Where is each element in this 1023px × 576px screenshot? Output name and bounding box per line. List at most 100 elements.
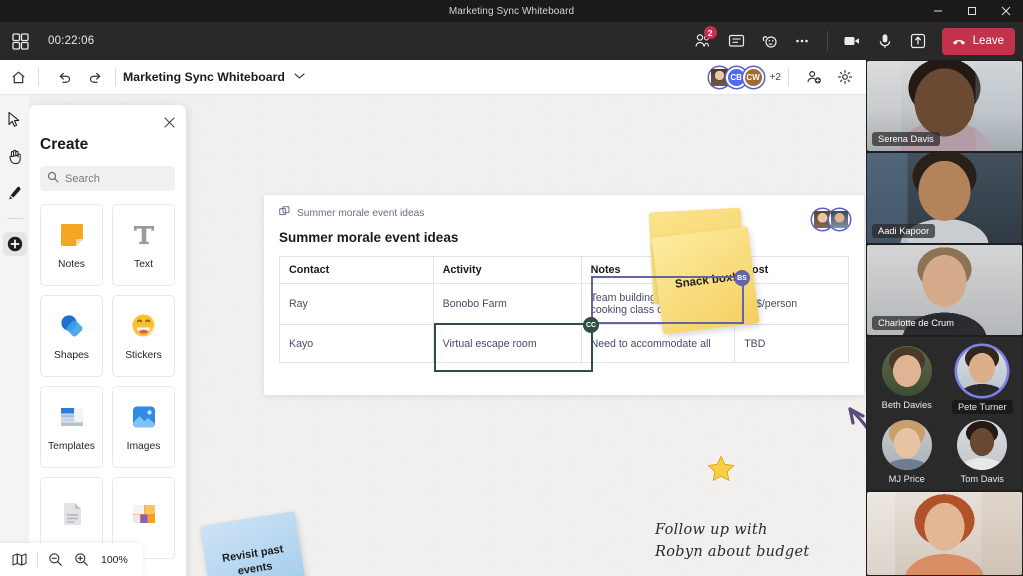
create-card-text[interactable]: Text: [112, 204, 175, 286]
avatar-photo-2[interactable]: [829, 209, 850, 230]
annotation-arrow: [848, 407, 866, 430]
participant-tom-davis[interactable]: Tom Davis: [947, 420, 1019, 484]
divider: [38, 68, 39, 86]
annotation-line-2: Robyn about budget: [655, 543, 810, 560]
create-card-label: Text: [134, 259, 153, 270]
avatar-cw[interactable]: CW: [742, 66, 764, 88]
search-input[interactable]: [65, 172, 168, 185]
minimap-icon[interactable]: [7, 547, 32, 572]
create-card-notes[interactable]: Notes: [40, 204, 103, 286]
camera-button[interactable]: [837, 27, 868, 55]
cell-notes[interactable]: Need to accommodate all: [580, 324, 736, 363]
breadcrumb[interactable]: Summer morale event ideas: [279, 206, 849, 221]
bottom-video-tile[interactable]: [867, 492, 1022, 575]
close-button[interactable]: [989, 0, 1023, 22]
divider: [788, 68, 789, 86]
window-title: Marketing Sync Whiteboard: [448, 5, 575, 17]
templates-icon: [57, 402, 87, 432]
sticky-note-revisit-events[interactable]: Revisit past events: [199, 511, 309, 576]
create-card-shapes[interactable]: Shapes: [40, 295, 103, 377]
divider: [115, 68, 116, 86]
whiteboard-title: Marketing Sync Whiteboard: [123, 70, 285, 84]
sticky-note-snack-box[interactable]: Snack box!: [651, 226, 760, 335]
cell-contact[interactable]: Kayo: [279, 324, 434, 363]
microphone-button[interactable]: [870, 27, 901, 55]
select-tool[interactable]: [3, 107, 27, 131]
chevron-down-icon[interactable]: [294, 72, 305, 82]
whiteboard-canvas[interactable]: Summer morale event ideas Summer morale …: [0, 95, 866, 576]
hand-icon: [8, 149, 21, 164]
avatar-initials: CB: [730, 72, 742, 82]
video-tile-charlotte-de-crum[interactable]: Charlotte de Crum: [867, 245, 1022, 335]
zoom-percent[interactable]: 100%: [101, 554, 128, 566]
create-card-label: Images: [126, 441, 161, 452]
table-header-row: Contact Activity Notes Cost: [279, 256, 849, 284]
annotation-line-1: Follow up with: [655, 522, 768, 538]
cell-contact[interactable]: Ray: [279, 283, 434, 325]
create-card-images[interactable]: Images: [112, 386, 175, 468]
create-card-label: Templates: [48, 441, 95, 452]
create-tool[interactable]: [2, 232, 27, 256]
avatar-initials: CW: [746, 72, 760, 82]
zoom-out-icon[interactable]: [43, 547, 68, 572]
minimize-button[interactable]: [921, 0, 955, 22]
participant-beth-davies[interactable]: Beth Davies: [871, 346, 943, 414]
create-card-label: Notes: [58, 259, 85, 270]
pan-tool[interactable]: [3, 144, 27, 168]
people-badge: 2: [703, 26, 717, 39]
cell-activity[interactable]: Bonobo Farm: [432, 283, 582, 325]
handwritten-annotation: Follow up with Robyn about budget: [655, 520, 855, 564]
redo-icon[interactable]: [82, 64, 108, 90]
cell-activity[interactable]: Virtual escape room: [432, 324, 582, 363]
star-sticker[interactable]: [705, 453, 737, 490]
whiteboard-app-bar: Marketing Sync Whiteboard CB CW +2: [0, 60, 866, 95]
divider: [826, 31, 828, 51]
participant-mj-price[interactable]: MJ Price: [871, 420, 943, 484]
share-screen-button[interactable]: [903, 27, 934, 55]
meeting-control-bar: 00:22:06 2 Leave: [0, 22, 1023, 60]
shapes-icon: [57, 311, 87, 341]
home-icon[interactable]: [5, 64, 31, 90]
undo-icon[interactable]: [51, 64, 77, 90]
hangup-icon: [952, 40, 965, 45]
zoom-in-icon[interactable]: [69, 547, 94, 572]
sticky-note-text: Revisit past events: [221, 543, 285, 576]
more-options-button[interactable]: [787, 27, 818, 55]
grid-view-icon[interactable]: [9, 30, 31, 52]
close-icon[interactable]: [160, 113, 178, 131]
column-activity: Activity: [432, 256, 582, 284]
divider: [37, 552, 38, 567]
participant-pete-turner[interactable]: Pete Turner: [947, 346, 1019, 414]
create-card-stickers[interactable]: Stickers: [112, 295, 175, 377]
participant-video-panel: Serena Davis Aadi Kapoor Charlotte de Cr…: [866, 60, 1023, 576]
video-tile-serena-davis[interactable]: Serena Davis: [867, 61, 1022, 151]
table-card[interactable]: Summer morale event ideas Summer morale …: [264, 195, 864, 395]
reactions-button[interactable]: [754, 27, 785, 55]
add-person-icon[interactable]: [801, 64, 827, 90]
text-icon: [129, 220, 159, 250]
table-row[interactable]: Ray Bonobo Farm Team building activities…: [279, 283, 849, 325]
tool-rail: [0, 95, 29, 576]
document-icon: [57, 499, 87, 529]
event-ideas-table[interactable]: Contact Activity Notes Cost Ray Bonobo F…: [279, 256, 849, 363]
table-grid-icon: [129, 499, 159, 529]
participant-name: Aadi Kapoor: [872, 224, 936, 238]
pen-tool[interactable]: [3, 181, 27, 205]
title-bar: Marketing Sync Whiteboard: [0, 0, 1023, 22]
meeting-timer: 00:22:06: [48, 35, 95, 47]
leave-button[interactable]: Leave: [941, 27, 1015, 55]
chat-button[interactable]: [721, 27, 752, 55]
create-panel: Create Search Notes Text Shapes Stickers…: [29, 105, 186, 576]
maximize-button[interactable]: [955, 0, 989, 22]
people-button[interactable]: 2: [688, 26, 719, 55]
video-tile-aadi-kapoor[interactable]: Aadi Kapoor: [867, 153, 1022, 243]
search-field[interactable]: [40, 166, 175, 191]
avatar-overflow-count[interactable]: +2: [770, 72, 781, 83]
create-card-templates[interactable]: Templates: [40, 386, 103, 468]
table-title: Summer morale event ideas: [279, 230, 459, 245]
participant-name: Charlotte de Crum: [872, 316, 960, 330]
table-row[interactable]: Kayo Virtual escape room Need to accommo…: [279, 324, 849, 363]
window-controls: [921, 0, 1023, 22]
sticky-note-text: Snack box!: [674, 270, 737, 291]
gear-icon[interactable]: [832, 64, 858, 90]
